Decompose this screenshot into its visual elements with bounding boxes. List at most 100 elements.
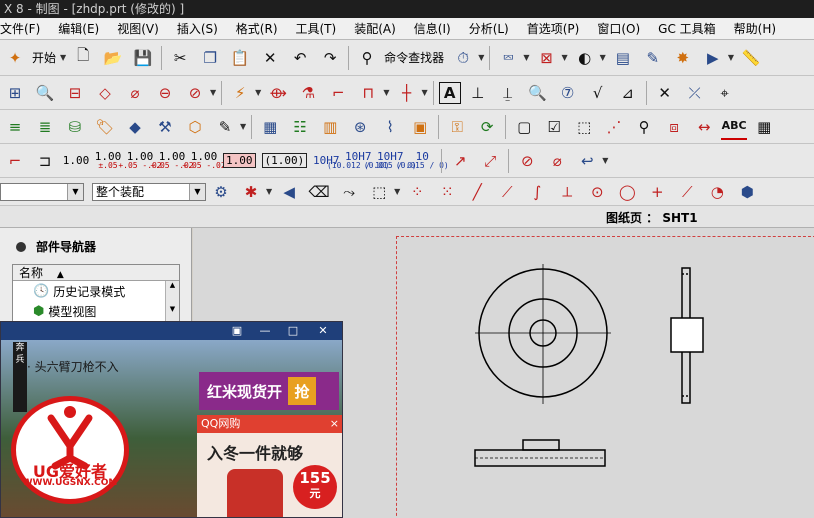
snap-points-icon[interactable]: ⁙	[434, 179, 460, 205]
target-point-icon[interactable]: ⌖	[712, 80, 738, 106]
menu-analysis[interactable]: 分析(L)	[469, 20, 509, 37]
rotate-icon[interactable]: ⟳	[474, 114, 500, 140]
curve-point-icon[interactable]: ∫	[524, 179, 550, 205]
binoculars-icon[interactable]: ⚲	[354, 45, 380, 71]
centerline-dropdown-icon[interactable]: ▼	[421, 88, 427, 97]
open-folder-icon[interactable]: 📂	[100, 45, 126, 71]
start-button[interactable]: 开始	[32, 49, 56, 66]
note-icon[interactable]: A	[438, 81, 461, 104]
hammer-icon[interactable]: ⚒	[152, 114, 178, 140]
fit-dropdown-icon[interactable]: ▼	[562, 53, 568, 62]
diameter-dimension-icon[interactable]: ⤢	[477, 148, 503, 174]
selection-arrow-icon[interactable]: ◀	[276, 179, 302, 205]
tree-item-model-views[interactable]: ⬢ 模型视图	[13, 301, 179, 321]
menu-format[interactable]: 格式(R)	[236, 20, 278, 37]
ad-popup-titlebar[interactable]: ▣ — □ ✕	[1, 322, 342, 340]
snap-dropdown-icon[interactable]: ▼	[266, 187, 272, 196]
midpoint-icon[interactable]: ⟋	[494, 179, 520, 205]
break-view-icon[interactable]: ⚗	[295, 80, 321, 106]
view-boundary-icon[interactable]: ⟴	[265, 80, 291, 106]
type-filter-select[interactable]: ▼	[0, 182, 84, 201]
abc-label-icon[interactable]: ABC	[721, 114, 748, 140]
update-dropdown-icon[interactable]: ▼	[255, 88, 261, 97]
stack-icon[interactable]: ≣	[32, 114, 58, 140]
radius-dimension-icon[interactable]: ↗	[447, 148, 473, 174]
abc-block-icon[interactable]: ▣	[407, 114, 433, 140]
tree-item-history[interactable]: 🕓 历史记录模式	[13, 281, 179, 301]
edit-section-icon[interactable]: ✎	[640, 45, 666, 71]
centerline-icon[interactable]: ┼	[393, 80, 419, 106]
table-icon[interactable]: ▦	[257, 114, 283, 140]
section-dropdown-icon[interactable]: ▼	[383, 88, 389, 97]
settings-icon[interactable]: ⚙	[208, 179, 234, 205]
diameter-symbol-icon[interactable]: ⌀	[544, 148, 570, 174]
dimension-style-icon[interactable]: ⊐	[32, 148, 58, 174]
magnify-icon[interactable]: 🔍	[525, 80, 551, 106]
menu-preferences[interactable]: 首选项(P)	[527, 20, 580, 37]
reference-dimension-button[interactable]: (1.00)	[261, 153, 308, 168]
menu-file[interactable]: 文件(F)	[0, 20, 40, 37]
eraser-icon[interactable]: ⌫	[306, 179, 332, 205]
paste-icon[interactable]: 📋	[227, 45, 253, 71]
base-view-icon[interactable]: 🔍	[32, 80, 58, 106]
section-line-icon[interactable]: ⌀	[122, 80, 148, 106]
revolved-section-icon[interactable]: ⊘	[182, 80, 208, 106]
cylinder-icon[interactable]: ⛁	[62, 114, 88, 140]
render-dropdown-icon[interactable]: ▼	[600, 53, 606, 62]
weld-symbol-icon[interactable]: ⊿	[615, 80, 641, 106]
delete-icon[interactable]: ✕	[257, 45, 283, 71]
layers-icon[interactable]: ≡	[2, 114, 28, 140]
start-icon[interactable]: ✦	[2, 45, 28, 71]
projected-view-icon[interactable]: ⊟	[62, 80, 88, 106]
menu-tools[interactable]: 工具(T)	[296, 20, 337, 37]
tabular-note-icon[interactable]: ▥	[317, 114, 343, 140]
navigator-pin-icon[interactable]	[16, 241, 26, 252]
menu-view[interactable]: 视图(V)	[117, 20, 159, 37]
view-dependent-icon[interactable]: ⌐	[325, 80, 351, 106]
undo-icon[interactable]: ↶	[287, 45, 313, 71]
menu-assemblies[interactable]: 装配(A)	[354, 20, 396, 37]
abc-text-icon[interactable]: ✎	[212, 114, 238, 140]
tolerance-none[interactable]: 1.00	[61, 147, 91, 175]
frame-corner-icon[interactable]: ⌐	[2, 148, 28, 174]
snap-icon[interactable]: ✱	[238, 179, 264, 205]
select-icon[interactable]: ⮹	[495, 45, 521, 71]
cut-icon[interactable]: ✂	[167, 45, 193, 71]
cube-icon[interactable]: ⬢	[734, 179, 760, 205]
save-icon[interactable]: 💾	[130, 45, 156, 71]
detail-view-icon[interactable]: ◇	[92, 80, 118, 106]
part-blue-icon[interactable]: ◆	[122, 114, 148, 140]
close-icon[interactable]: ✕	[315, 323, 331, 338]
menu-gc-toolkit[interactable]: GC 工具箱	[658, 20, 716, 37]
faces-icon[interactable]: ⬚	[366, 179, 392, 205]
fit-view-icon[interactable]: ⊠	[534, 45, 560, 71]
check-frame-icon[interactable]: ☑	[541, 114, 567, 140]
endpoint-icon[interactable]: ╱	[464, 179, 490, 205]
menu-insert[interactable]: 插入(S)	[177, 20, 218, 37]
menu-window[interactable]: 窗口(O)	[597, 20, 640, 37]
play-icon[interactable]: ▶	[700, 45, 726, 71]
component-icon[interactable]: ⬡	[182, 114, 208, 140]
minimize-icon[interactable]: —	[257, 323, 273, 338]
qq-close-icon[interactable]: ×	[330, 415, 339, 433]
tangent-icon[interactable]: ⟋	[674, 179, 700, 205]
ad-banner[interactable]: 红米现货开 抢	[199, 372, 339, 410]
pointer-frame-icon[interactable]: ⬚	[571, 114, 597, 140]
menu-help[interactable]: 帮助(H)	[734, 20, 776, 37]
curved-dropdown-icon[interactable]: ▼	[602, 156, 608, 165]
snap-grid-icon[interactable]: ⁘	[404, 179, 430, 205]
timer-dropdown-icon[interactable]: ▼	[478, 53, 484, 62]
menu-edit[interactable]: 编辑(E)	[58, 20, 99, 37]
intersection-icon[interactable]: ⤫	[682, 80, 708, 106]
assembly-scope-select[interactable]: 整个装配 ▼	[92, 182, 206, 201]
section-view-icon[interactable]: ⊓	[355, 80, 381, 106]
key-icon[interactable]: ⚿	[444, 114, 470, 140]
update-view-icon[interactable]: ⚡	[227, 80, 253, 106]
curved-arrow-icon[interactable]: ↩	[574, 148, 600, 174]
column-header-name[interactable]: 名称 ▲	[13, 265, 179, 281]
start-dropdown-icon[interactable]: ▼	[60, 53, 66, 62]
chevron-down-icon[interactable]: ▼	[189, 183, 205, 200]
tag-icon[interactable]: 🏷	[92, 114, 118, 140]
center-point-icon[interactable]: ⊙	[584, 179, 610, 205]
half-section-icon[interactable]: ⊖	[152, 80, 178, 106]
